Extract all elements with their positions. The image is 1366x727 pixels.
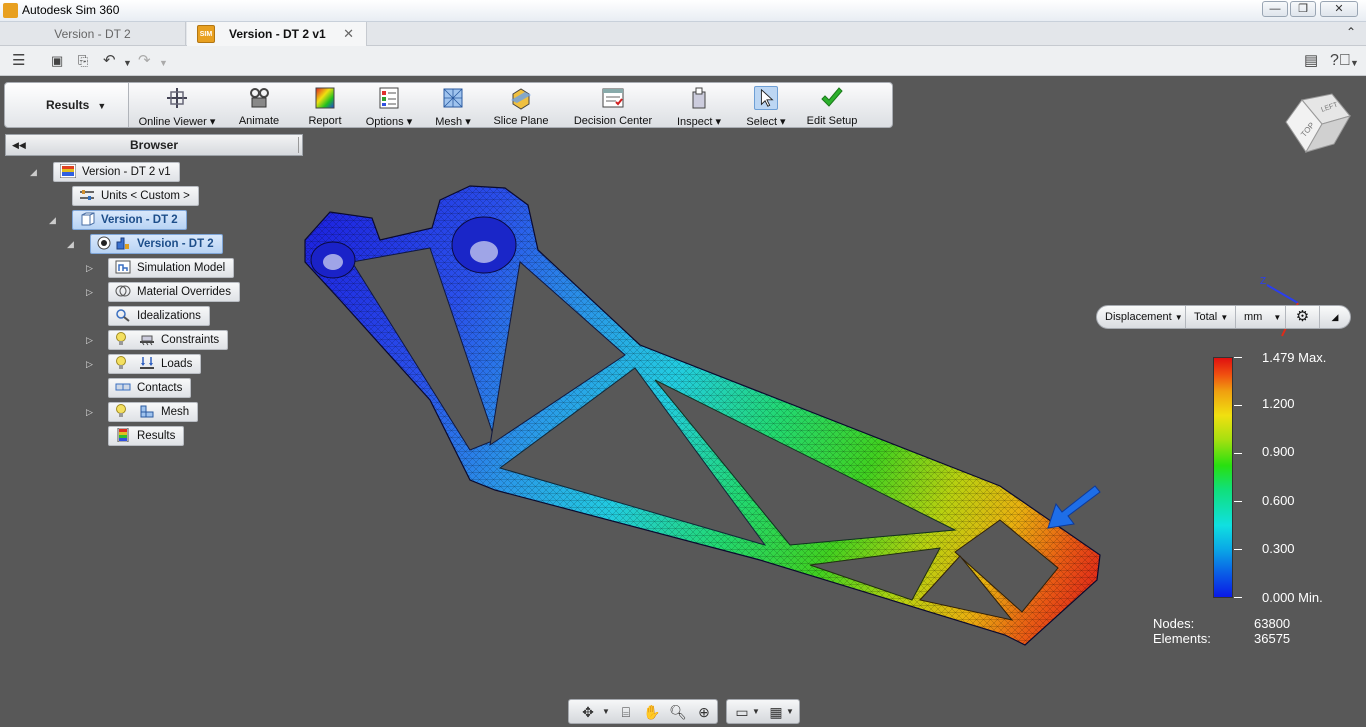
axis-z-label: Z (1260, 276, 1266, 287)
scale-min-label: 0.000 Min. (1262, 590, 1323, 605)
grid-dropdown-icon[interactable]: ▼ (779, 702, 801, 722)
scale-tick (1234, 405, 1242, 406)
result-component-dropdown[interactable]: Total ▼ (1186, 306, 1236, 328)
result-type-dropdown[interactable]: Displacement ▼ (1097, 306, 1186, 328)
display-dropdown-icon[interactable]: ▼ (745, 702, 767, 722)
elements-label: Elements: (1153, 631, 1211, 646)
orbit-dropdown-icon[interactable]: ▼ (595, 702, 617, 722)
unit-dropdown[interactable]: mm ▼ (1236, 306, 1286, 328)
zoom-icon[interactable]: 🔍︎ (667, 702, 689, 722)
legend-settings-gear-icon[interactable]: ⚙ (1286, 306, 1320, 328)
scale-label-0300: 0.300 (1262, 541, 1295, 556)
display-toolbar: ▭ ▼ ▦ ▼ (726, 699, 800, 724)
look-at-icon[interactable]: ⌸ (615, 702, 637, 722)
scale-tick (1234, 453, 1242, 454)
result-type-label: Displacement (1105, 311, 1172, 323)
chevron-down-icon: ▼ (1220, 313, 1229, 322)
chevron-down-icon: ▼ (1273, 313, 1282, 322)
elements-count: 36575 (1254, 631, 1291, 646)
scale-tick (1234, 501, 1242, 502)
unit-label: mm (1244, 311, 1263, 323)
nodes-count: 63800 (1254, 616, 1291, 631)
displacement-color-scale (1213, 357, 1233, 598)
scale-tick (1234, 549, 1242, 550)
scale-max-label: 1.479 Max. (1262, 350, 1327, 365)
viewcube[interactable]: LEFT TOP (1282, 92, 1352, 166)
legend-toolbar: Displacement ▼ Total ▼ mm ▼ ⚙ ◢ (1096, 305, 1351, 329)
scale-label-0900: 0.900 (1262, 444, 1295, 459)
legend-collapse-icon[interactable]: ◢ (1320, 306, 1350, 328)
scale-label-0600: 0.600 (1262, 493, 1295, 508)
scale-tick (1234, 357, 1242, 358)
result-component-label: Total (1194, 311, 1218, 323)
scale-tick (1234, 597, 1242, 598)
pan-icon[interactable]: ✋ (641, 702, 663, 722)
nodes-label: Nodes: (1153, 616, 1195, 631)
chevron-down-icon: ▼ (1174, 313, 1183, 322)
zoom-fit-icon[interactable]: ⊕ (693, 702, 715, 722)
navigation-toolbar: ✥ ▼ ⌸ ✋ 🔍︎ ⊕ (568, 699, 718, 724)
scale-label-1200: 1.200 (1262, 396, 1295, 411)
